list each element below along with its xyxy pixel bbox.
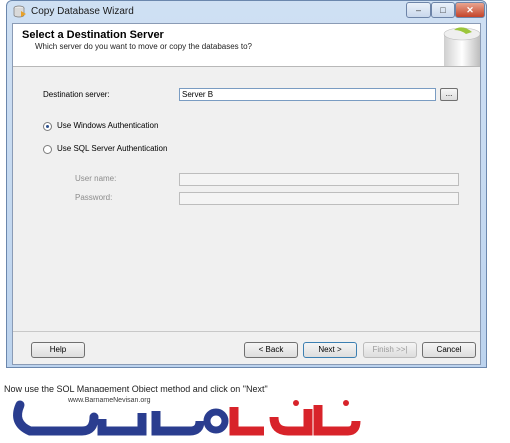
destination-server-label: Destination server:: [43, 90, 110, 99]
page-subtitle: Which server do you want to move or copy…: [35, 42, 253, 51]
barnamenevisan-logo: [13, 400, 361, 436]
wizard-window: Copy Database Wizard – □ ✕ Select a Dest…: [6, 0, 487, 368]
help-button[interactable]: Help: [31, 342, 85, 358]
wizard-header: Select a Destination Server Which server…: [13, 24, 480, 67]
cancel-button[interactable]: Cancel: [422, 342, 476, 358]
database-header-icon: [443, 27, 480, 66]
destination-server-input[interactable]: Server B: [179, 88, 436, 101]
sql-auth-label[interactable]: Use SQL Server Authentication: [57, 144, 167, 153]
password-input[interactable]: [179, 192, 459, 205]
wizard-page: Select a Destination Server Which server…: [12, 23, 481, 365]
page-title: Select a Destination Server: [22, 29, 164, 41]
finish-button[interactable]: Finish >>|: [363, 342, 417, 358]
maximize-button[interactable]: □: [431, 2, 455, 18]
footer-divider: [13, 331, 480, 332]
window-title: Copy Database Wizard: [31, 6, 134, 17]
username-label: User name:: [75, 174, 117, 183]
username-input[interactable]: [179, 173, 459, 186]
windows-auth-label[interactable]: Use Windows Authentication: [57, 121, 158, 130]
next-button[interactable]: Next >: [303, 342, 357, 358]
back-button[interactable]: < Back: [244, 342, 298, 358]
windows-auth-radio[interactable]: [43, 122, 52, 131]
sql-auth-radio[interactable]: [43, 145, 52, 154]
password-label: Password:: [75, 193, 113, 202]
logo-url: www.BarnameNevisan.org: [68, 397, 151, 404]
close-button[interactable]: ✕: [455, 2, 485, 18]
database-wizard-icon: [13, 5, 26, 18]
caption-text: Now use the SQL Management Object method…: [4, 384, 268, 392]
title-bar[interactable]: Copy Database Wizard – □ ✕: [7, 1, 486, 23]
browse-server-button[interactable]: ...: [440, 88, 458, 101]
minimize-button[interactable]: –: [406, 2, 431, 18]
